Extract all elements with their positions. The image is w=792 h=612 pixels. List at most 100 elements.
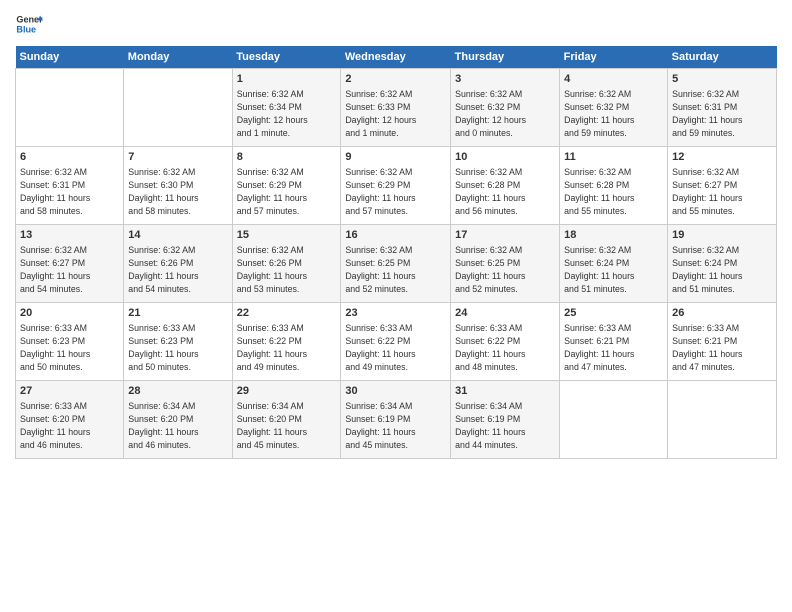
calendar-cell: 11Sunrise: 6:32 AM Sunset: 6:28 PM Dayli… (560, 147, 668, 225)
calendar-cell: 6Sunrise: 6:32 AM Sunset: 6:31 PM Daylig… (16, 147, 124, 225)
day-info: Sunrise: 6:32 AM Sunset: 6:33 PM Dayligh… (345, 88, 446, 139)
calendar-cell: 15Sunrise: 6:32 AM Sunset: 6:26 PM Dayli… (232, 225, 341, 303)
calendar-body: 1Sunrise: 6:32 AM Sunset: 6:34 PM Daylig… (16, 69, 777, 459)
calendar-table: SundayMondayTuesdayWednesdayThursdayFrid… (15, 46, 777, 459)
calendar-cell: 8Sunrise: 6:32 AM Sunset: 6:29 PM Daylig… (232, 147, 341, 225)
calendar-cell: 24Sunrise: 6:33 AM Sunset: 6:22 PM Dayli… (451, 303, 560, 381)
day-number: 15 (237, 228, 337, 243)
column-header-thursday: Thursday (451, 46, 560, 69)
calendar-cell: 7Sunrise: 6:32 AM Sunset: 6:30 PM Daylig… (124, 147, 232, 225)
day-info: Sunrise: 6:32 AM Sunset: 6:26 PM Dayligh… (128, 244, 227, 295)
day-info: Sunrise: 6:32 AM Sunset: 6:29 PM Dayligh… (237, 166, 337, 217)
day-info: Sunrise: 6:32 AM Sunset: 6:34 PM Dayligh… (237, 88, 337, 139)
page-container: General Blue SundayMondayTuesdayWednesda… (0, 0, 792, 469)
calendar-cell (16, 69, 124, 147)
day-number: 25 (564, 306, 663, 321)
column-header-saturday: Saturday (668, 46, 777, 69)
day-number: 18 (564, 228, 663, 243)
calendar-cell: 27Sunrise: 6:33 AM Sunset: 6:20 PM Dayli… (16, 381, 124, 459)
week-row-2: 6Sunrise: 6:32 AM Sunset: 6:31 PM Daylig… (16, 147, 777, 225)
calendar-cell: 17Sunrise: 6:32 AM Sunset: 6:25 PM Dayli… (451, 225, 560, 303)
day-info: Sunrise: 6:32 AM Sunset: 6:29 PM Dayligh… (345, 166, 446, 217)
calendar-cell: 30Sunrise: 6:34 AM Sunset: 6:19 PM Dayli… (341, 381, 451, 459)
calendar-cell: 1Sunrise: 6:32 AM Sunset: 6:34 PM Daylig… (232, 69, 341, 147)
day-info: Sunrise: 6:32 AM Sunset: 6:26 PM Dayligh… (237, 244, 337, 295)
svg-text:Blue: Blue (16, 24, 36, 34)
calendar-cell (124, 69, 232, 147)
calendar-cell: 5Sunrise: 6:32 AM Sunset: 6:31 PM Daylig… (668, 69, 777, 147)
calendar-cell (668, 381, 777, 459)
calendar-cell: 28Sunrise: 6:34 AM Sunset: 6:20 PM Dayli… (124, 381, 232, 459)
calendar-cell (560, 381, 668, 459)
day-number: 4 (564, 72, 663, 87)
day-number: 23 (345, 306, 446, 321)
day-info: Sunrise: 6:32 AM Sunset: 6:25 PM Dayligh… (345, 244, 446, 295)
calendar-cell: 29Sunrise: 6:34 AM Sunset: 6:20 PM Dayli… (232, 381, 341, 459)
calendar-cell: 13Sunrise: 6:32 AM Sunset: 6:27 PM Dayli… (16, 225, 124, 303)
day-number: 30 (345, 384, 446, 399)
day-number: 13 (20, 228, 119, 243)
day-info: Sunrise: 6:33 AM Sunset: 6:21 PM Dayligh… (672, 322, 772, 373)
logo: General Blue (15, 10, 43, 38)
column-header-wednesday: Wednesday (341, 46, 451, 69)
day-number: 29 (237, 384, 337, 399)
day-info: Sunrise: 6:34 AM Sunset: 6:19 PM Dayligh… (345, 400, 446, 451)
calendar-cell: 18Sunrise: 6:32 AM Sunset: 6:24 PM Dayli… (560, 225, 668, 303)
day-number: 24 (455, 306, 555, 321)
day-number: 19 (672, 228, 772, 243)
calendar-cell: 21Sunrise: 6:33 AM Sunset: 6:23 PM Dayli… (124, 303, 232, 381)
calendar-cell: 14Sunrise: 6:32 AM Sunset: 6:26 PM Dayli… (124, 225, 232, 303)
day-number: 26 (672, 306, 772, 321)
day-info: Sunrise: 6:33 AM Sunset: 6:22 PM Dayligh… (455, 322, 555, 373)
column-header-monday: Monday (124, 46, 232, 69)
day-number: 28 (128, 384, 227, 399)
day-number: 27 (20, 384, 119, 399)
day-number: 6 (20, 150, 119, 165)
day-number: 2 (345, 72, 446, 87)
week-row-4: 20Sunrise: 6:33 AM Sunset: 6:23 PM Dayli… (16, 303, 777, 381)
calendar-cell: 3Sunrise: 6:32 AM Sunset: 6:32 PM Daylig… (451, 69, 560, 147)
day-info: Sunrise: 6:34 AM Sunset: 6:19 PM Dayligh… (455, 400, 555, 451)
day-number: 21 (128, 306, 227, 321)
week-row-5: 27Sunrise: 6:33 AM Sunset: 6:20 PM Dayli… (16, 381, 777, 459)
calendar-cell: 20Sunrise: 6:33 AM Sunset: 6:23 PM Dayli… (16, 303, 124, 381)
week-row-1: 1Sunrise: 6:32 AM Sunset: 6:34 PM Daylig… (16, 69, 777, 147)
calendar-cell: 2Sunrise: 6:32 AM Sunset: 6:33 PM Daylig… (341, 69, 451, 147)
calendar-cell: 9Sunrise: 6:32 AM Sunset: 6:29 PM Daylig… (341, 147, 451, 225)
day-info: Sunrise: 6:33 AM Sunset: 6:22 PM Dayligh… (345, 322, 446, 373)
day-info: Sunrise: 6:32 AM Sunset: 6:27 PM Dayligh… (672, 166, 772, 217)
day-info: Sunrise: 6:32 AM Sunset: 6:30 PM Dayligh… (128, 166, 227, 217)
day-info: Sunrise: 6:32 AM Sunset: 6:32 PM Dayligh… (564, 88, 663, 139)
calendar-cell: 12Sunrise: 6:32 AM Sunset: 6:27 PM Dayli… (668, 147, 777, 225)
day-info: Sunrise: 6:32 AM Sunset: 6:25 PM Dayligh… (455, 244, 555, 295)
logo-icon: General Blue (15, 10, 43, 38)
day-number: 1 (237, 72, 337, 87)
day-info: Sunrise: 6:32 AM Sunset: 6:31 PM Dayligh… (672, 88, 772, 139)
day-info: Sunrise: 6:33 AM Sunset: 6:21 PM Dayligh… (564, 322, 663, 373)
day-number: 11 (564, 150, 663, 165)
calendar-cell: 10Sunrise: 6:32 AM Sunset: 6:28 PM Dayli… (451, 147, 560, 225)
day-info: Sunrise: 6:32 AM Sunset: 6:24 PM Dayligh… (672, 244, 772, 295)
day-number: 9 (345, 150, 446, 165)
day-number: 12 (672, 150, 772, 165)
calendar-cell: 25Sunrise: 6:33 AM Sunset: 6:21 PM Dayli… (560, 303, 668, 381)
day-info: Sunrise: 6:32 AM Sunset: 6:24 PM Dayligh… (564, 244, 663, 295)
calendar-cell: 4Sunrise: 6:32 AM Sunset: 6:32 PM Daylig… (560, 69, 668, 147)
day-info: Sunrise: 6:32 AM Sunset: 6:32 PM Dayligh… (455, 88, 555, 139)
day-number: 31 (455, 384, 555, 399)
calendar-cell: 26Sunrise: 6:33 AM Sunset: 6:21 PM Dayli… (668, 303, 777, 381)
day-info: Sunrise: 6:33 AM Sunset: 6:22 PM Dayligh… (237, 322, 337, 373)
day-info: Sunrise: 6:33 AM Sunset: 6:23 PM Dayligh… (20, 322, 119, 373)
day-info: Sunrise: 6:34 AM Sunset: 6:20 PM Dayligh… (237, 400, 337, 451)
column-header-sunday: Sunday (16, 46, 124, 69)
calendar-cell: 22Sunrise: 6:33 AM Sunset: 6:22 PM Dayli… (232, 303, 341, 381)
calendar-header: SundayMondayTuesdayWednesdayThursdayFrid… (16, 46, 777, 69)
header: General Blue (15, 10, 777, 38)
column-header-friday: Friday (560, 46, 668, 69)
day-info: Sunrise: 6:32 AM Sunset: 6:31 PM Dayligh… (20, 166, 119, 217)
day-number: 22 (237, 306, 337, 321)
calendar-cell: 23Sunrise: 6:33 AM Sunset: 6:22 PM Dayli… (341, 303, 451, 381)
day-number: 16 (345, 228, 446, 243)
calendar-cell: 31Sunrise: 6:34 AM Sunset: 6:19 PM Dayli… (451, 381, 560, 459)
day-number: 10 (455, 150, 555, 165)
